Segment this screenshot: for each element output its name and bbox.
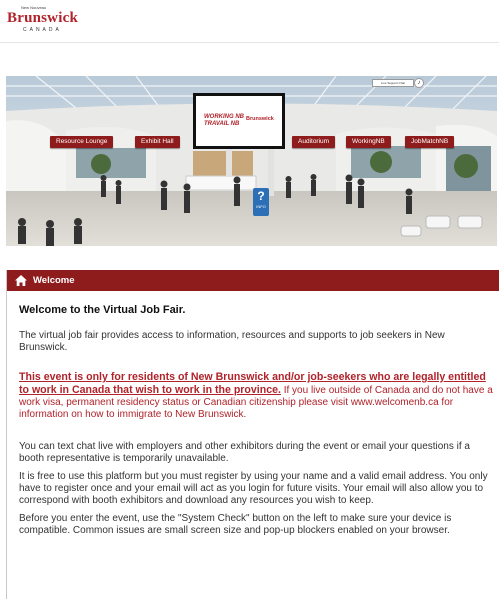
live-support-note[interactable]: Live Support Chat (372, 79, 414, 87)
booth-exhibit-hall[interactable]: Exhibit Hall (135, 136, 180, 148)
info-kiosk[interactable]: ? INFO (253, 188, 269, 216)
virtual-lobby-scene: Live Support Chat ♪ WORKING NB TRAVAIL NB… (6, 76, 497, 246)
info-question-icon: ? (257, 189, 265, 203)
welcome-heading: Welcome to the Virtual Job Fair. (19, 304, 186, 316)
lobby-screen: WORKING NB TRAVAIL NB Brunswick (193, 93, 285, 149)
chat-paragraph: You can text chat live with employers an… (19, 441, 470, 464)
screen-line-1: WORKING NB TRAVAIL NB (204, 114, 244, 127)
welcome-title: Welcome (33, 275, 75, 286)
info-label: INFO (256, 204, 266, 209)
new-brunswick-logo[interactable]: New Nouveau Brunswick CANADA (6, 5, 78, 35)
logo-sub: CANADA (23, 27, 62, 33)
welcome-panel: Welcome Welcome to the Virtual Job Fair.… (6, 270, 499, 599)
booth-workingnb[interactable]: WorkingNB (346, 136, 391, 148)
register-paragraph: It is free to use this platform but you … (19, 471, 488, 506)
audio-toggle-icon[interactable]: ♪ (414, 78, 424, 88)
screen-brand: Brunswick (246, 116, 274, 122)
booth-resource-lounge[interactable]: Resource Lounge (50, 136, 114, 148)
booth-jobmatchnb[interactable]: JobMatchNB (405, 136, 455, 148)
home-icon[interactable] (14, 274, 28, 287)
welcome-panel-header: Welcome (7, 270, 499, 291)
welcome-content: Welcome to the Virtual Job Fair. The vir… (19, 304, 494, 537)
system-check-paragraph: Before you enter the event, use the "Sys… (19, 513, 452, 536)
booth-auditorium[interactable]: Auditorium (292, 136, 336, 148)
logo-brand: Brunswick (7, 10, 78, 26)
intro-paragraph: The virtual job fair provides access to … (19, 330, 445, 353)
residency-notice: This event is only for residents of New … (19, 371, 494, 421)
top-header: New Nouveau Brunswick CANADA (0, 0, 499, 43)
